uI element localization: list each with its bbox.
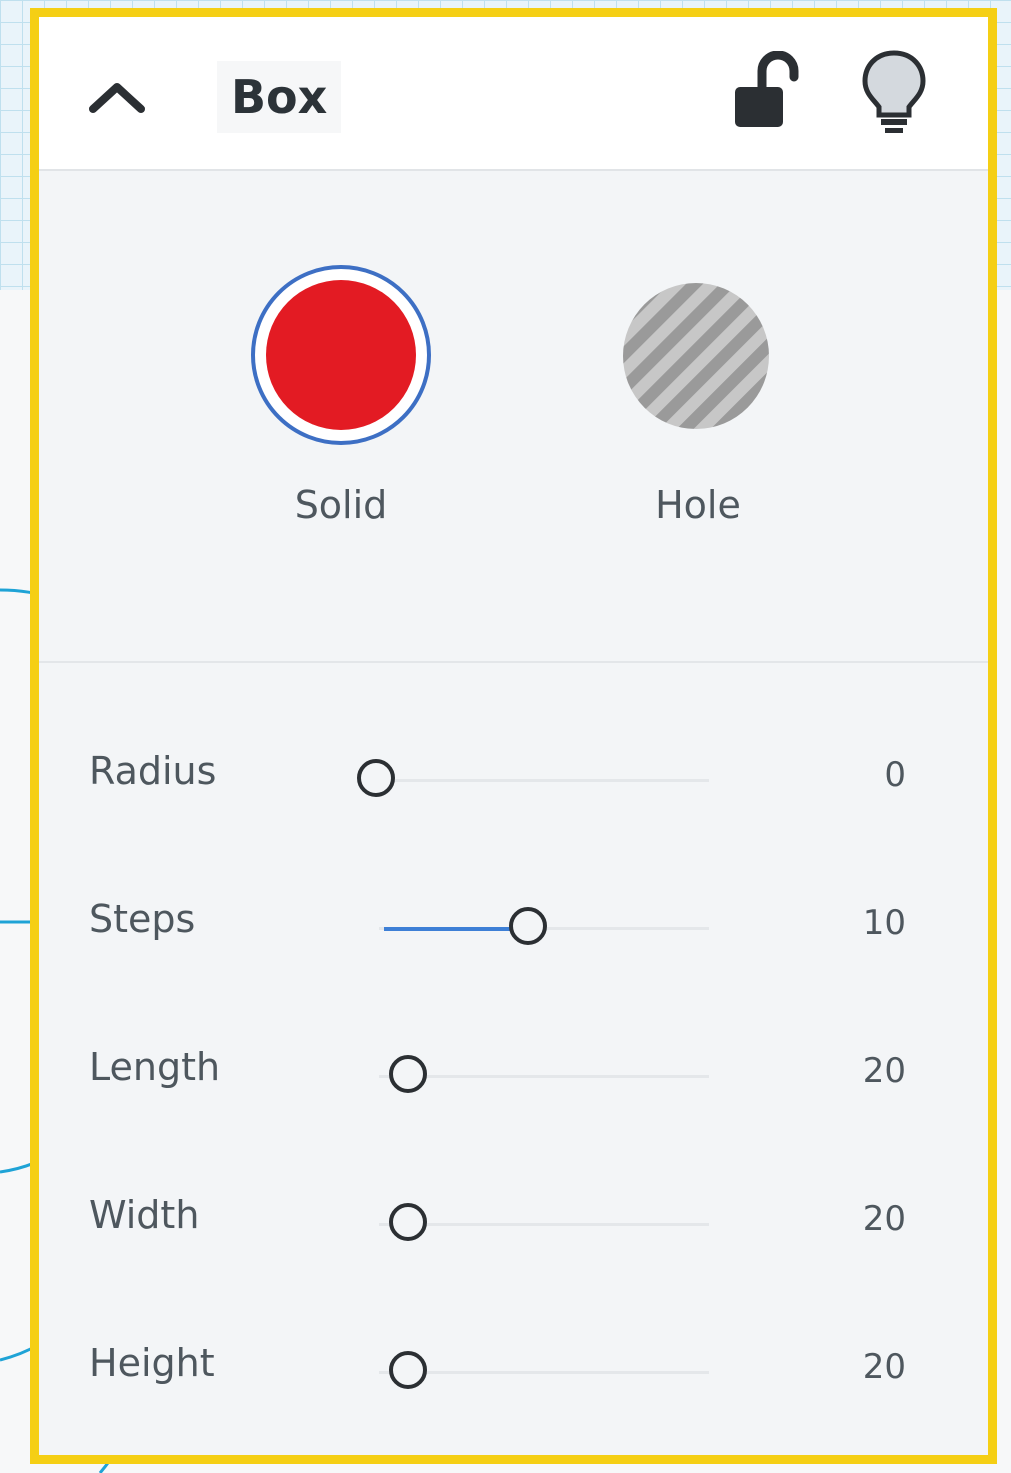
width-label: Width: [89, 1193, 200, 1237]
width-slider-thumb[interactable]: [389, 1203, 427, 1241]
width-value[interactable]: 20: [863, 1199, 906, 1239]
lock-button[interactable]: [729, 50, 799, 131]
shape-inspector-panel: Box Solid Hole Radius 0 Steps 10 Length …: [30, 8, 997, 1464]
height-slider-thumb[interactable]: [389, 1351, 427, 1389]
solid-color-circle: [251, 265, 431, 445]
height-label: Height: [89, 1341, 215, 1385]
panel-header: Box: [39, 17, 988, 171]
length-slider-track[interactable]: [379, 1075, 709, 1078]
length-value[interactable]: 20: [863, 1051, 906, 1091]
length-slider-thumb[interactable]: [389, 1055, 427, 1093]
radius-label: Radius: [89, 749, 217, 793]
length-label: Length: [89, 1045, 221, 1089]
radius-value[interactable]: 0: [884, 755, 906, 795]
shape-name-field[interactable]: Box: [217, 61, 342, 133]
width-slider-track[interactable]: [379, 1223, 709, 1226]
solid-swatch[interactable]: [249, 263, 433, 447]
height-slider-track[interactable]: [379, 1371, 709, 1374]
height-value[interactable]: 20: [863, 1347, 906, 1387]
solid-label: Solid: [294, 483, 388, 527]
steps-slider-fill: [384, 927, 512, 931]
visibility-button[interactable]: [859, 47, 929, 137]
unlock-icon: [735, 50, 799, 127]
property-row-height: Height 20: [39, 1327, 988, 1417]
collapse-button[interactable]: [77, 67, 157, 127]
property-row-radius: Radius 0: [39, 735, 988, 825]
steps-label: Steps: [89, 897, 196, 941]
hole-swatch[interactable]: [621, 281, 771, 431]
property-row-width: Width 20: [39, 1179, 988, 1269]
section-divider: [39, 661, 988, 663]
property-row-length: Length 20: [39, 1031, 988, 1121]
hole-striped-circle: [623, 283, 769, 429]
chevron-up-icon: [89, 83, 145, 113]
radius-slider-thumb[interactable]: [357, 759, 395, 797]
hole-label: Hole: [655, 483, 741, 527]
property-row-steps: Steps 10: [39, 883, 988, 973]
steps-value[interactable]: 10: [863, 903, 906, 943]
radius-slider-track[interactable]: [379, 779, 709, 782]
lightbulb-icon: [862, 50, 926, 133]
steps-slider-thumb[interactable]: [509, 907, 547, 945]
